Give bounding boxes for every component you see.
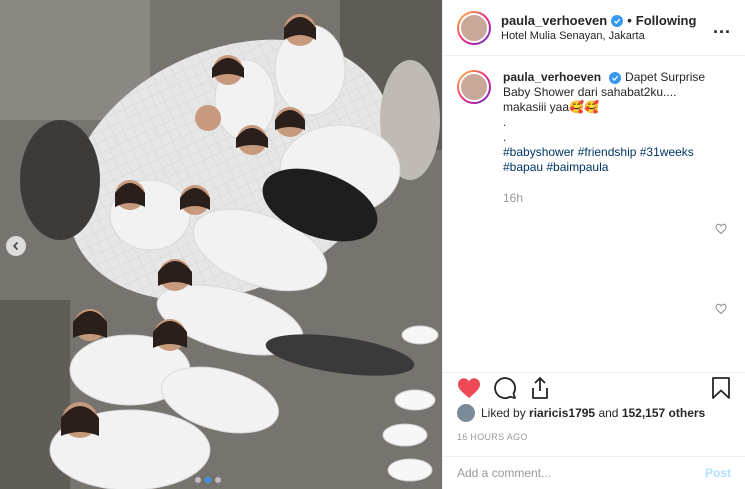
post-comment-button[interactable]: Post	[705, 466, 731, 480]
carousel-dot	[215, 477, 221, 483]
avatar[interactable]	[457, 10, 491, 45]
small-heart-icon	[715, 223, 727, 235]
likes-summary: Liked by riaricis1795 and 152,157 others	[457, 404, 735, 422]
liked-and: and	[598, 406, 619, 420]
caption-username-link[interactable]: paula_verhoeven	[503, 70, 601, 84]
post-photo[interactable]	[0, 0, 442, 489]
separator: •	[627, 13, 632, 28]
action-bar	[443, 372, 745, 402]
likes-count-link[interactable]: 152,157 others	[622, 406, 705, 420]
caption-dots: . .	[503, 115, 507, 144]
comment-like-button[interactable]	[715, 222, 727, 240]
comment-button[interactable]	[493, 376, 517, 400]
carousel-prev-button[interactable]	[6, 236, 26, 256]
post-timestamp[interactable]: 16 HOURS AGO	[457, 432, 528, 442]
share-button[interactable]	[529, 376, 551, 400]
post-details-panel: paula_verhoeven • Following Hotel Mulia …	[442, 0, 745, 489]
carousel-dot	[195, 477, 201, 483]
username-link[interactable]: paula_verhoeven	[501, 13, 607, 28]
following-button[interactable]: Following	[636, 13, 697, 28]
comment-like-button[interactable]	[715, 302, 727, 320]
location-link[interactable]: Hotel Mulia Senayan, Jakarta	[501, 30, 713, 42]
chevron-left-icon	[12, 241, 19, 251]
caption: paula_verhoeven Dapet Surprise Baby Showe…	[457, 70, 731, 206]
comment-icon	[494, 376, 516, 399]
verified-badge-icon	[611, 14, 624, 27]
share-icon	[532, 376, 548, 399]
liker-username-link[interactable]: riaricis1795	[529, 406, 595, 420]
add-comment-bar: Post	[443, 456, 745, 489]
like-button[interactable]	[457, 377, 481, 399]
heart-icon	[457, 377, 481, 398]
small-heart-icon	[715, 303, 727, 315]
caption-timestamp: 16h	[503, 191, 524, 205]
verified-badge-icon	[609, 72, 622, 84]
save-button[interactable]	[711, 376, 731, 400]
carousel-dot-active	[205, 477, 211, 483]
carousel-indicator	[195, 477, 221, 483]
liked-prefix: Liked by	[481, 406, 526, 420]
comment-input[interactable]	[457, 466, 705, 480]
post-header: paula_verhoeven • Following Hotel Mulia …	[443, 0, 745, 56]
caption-avatar[interactable]	[457, 70, 491, 104]
more-options-button[interactable]: ...	[713, 17, 731, 38]
comments-section: paula_verhoeven Dapet Surprise Baby Showe…	[443, 56, 745, 370]
liker-avatar[interactable]	[457, 404, 475, 422]
group-photo-illustration	[0, 0, 442, 489]
caption-hashtags[interactable]: #babyshower #friendship #31weeks #bapau …	[503, 145, 723, 175]
bookmark-icon	[712, 376, 730, 399]
